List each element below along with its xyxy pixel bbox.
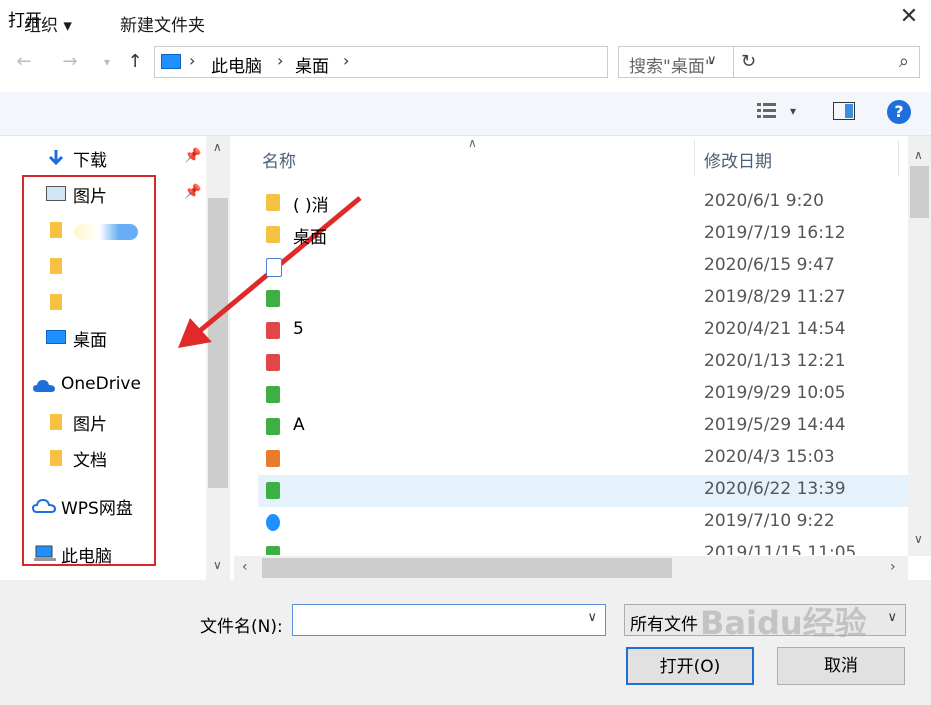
file-date: 2020/4/21 14:54 <box>704 319 846 339</box>
preview-pane-icon[interactable] <box>833 102 855 120</box>
scrollbar-thumb[interactable] <box>910 166 929 218</box>
list-item-selected[interactable]: 2020/6/22 13:39 <box>258 475 908 507</box>
column-divider[interactable] <box>694 140 695 176</box>
column-divider[interactable] <box>898 140 899 176</box>
highlight-box <box>22 175 156 566</box>
file-name: 桌面 <box>293 228 327 248</box>
presentation-icon <box>266 450 280 467</box>
search-placeholder: 搜索"桌面" <box>629 57 713 77</box>
organize-button[interactable]: 组织 ▾ <box>24 11 72 36</box>
list-item[interactable]: ( )消 2020/6/1 9:20 <box>258 187 908 219</box>
list-item[interactable]: 2019/11/15 11:05 <box>258 539 908 555</box>
spreadsheet-icon <box>266 386 280 403</box>
pdf-icon <box>266 354 280 371</box>
list-item[interactable]: 2019/7/10 9:22 <box>258 507 908 539</box>
file-date: 2019/7/10 9:22 <box>704 511 835 531</box>
back-icon[interactable]: ← <box>12 50 36 74</box>
file-list-vscrollbar[interactable]: ∧ ∨ <box>908 136 931 556</box>
view-dropdown-icon[interactable]: ▾ <box>790 104 796 118</box>
scroll-right-icon[interactable]: › <box>890 559 896 575</box>
spreadsheet-icon <box>266 482 280 499</box>
spreadsheet-icon <box>266 546 280 555</box>
scroll-down-icon[interactable]: ∨ <box>914 532 923 546</box>
close-icon[interactable]: ✕ <box>895 3 923 31</box>
spreadsheet-icon <box>266 290 280 307</box>
cancel-button[interactable]: 取消 <box>777 647 905 685</box>
computer-icon <box>161 54 181 69</box>
filetype-value: 所有文件 <box>630 615 698 635</box>
file-date: 2019/9/29 10:05 <box>704 383 846 403</box>
sidebar-item-label: 下载 <box>73 151 107 171</box>
list-item[interactable]: 2020/4/3 15:03 <box>258 443 908 475</box>
chevron-down-icon[interactable]: ∨ <box>887 610 897 625</box>
pin-icon[interactable]: 📌 <box>184 148 201 164</box>
file-date: 2019/11/15 11:05 <box>704 543 857 555</box>
filename-label: 文件名(N): <box>200 617 283 637</box>
file-date: 2020/6/15 9:47 <box>704 255 835 275</box>
view-options-icon[interactable] <box>756 100 778 122</box>
file-date: 2020/6/1 9:20 <box>704 191 824 211</box>
file-list-hscrollbar[interactable]: ‹ › <box>234 556 908 580</box>
list-item[interactable]: 2020/1/13 12:21 <box>258 347 908 379</box>
list-item[interactable]: 2019/9/29 10:05 <box>258 379 908 411</box>
file-date: 2019/7/19 16:12 <box>704 223 846 243</box>
list-item[interactable]: 桌面 2019/7/19 16:12 <box>258 219 908 251</box>
file-name: 5 <box>293 319 304 339</box>
file-date: 2019/8/29 11:27 <box>704 287 846 307</box>
column-header-date[interactable]: 修改日期 <box>704 147 772 172</box>
recent-dropdown-icon[interactable]: ▾ <box>95 50 119 74</box>
filename-input[interactable]: ∨ <box>292 604 606 636</box>
address-bar[interactable]: › 此电脑 › 桌面 › ∨ ↻ <box>154 46 756 78</box>
file-date: 2019/5/29 14:44 <box>704 415 846 435</box>
search-input[interactable]: 搜索"桌面" ⌕ <box>618 46 920 78</box>
chevron-right-icon[interactable]: › <box>343 51 349 70</box>
scroll-left-icon[interactable]: ‹ <box>242 559 248 575</box>
column-header-name[interactable]: 名称 <box>262 147 296 172</box>
open-button[interactable]: 打开(O) <box>626 647 754 685</box>
folder-icon <box>266 226 280 243</box>
chevron-right-icon: › <box>189 51 196 70</box>
folder-icon <box>266 194 280 211</box>
file-date: 2020/1/13 12:21 <box>704 351 846 371</box>
file-list: 名称 ∧ 修改日期 ( )消 2020/6/1 9:20 桌面 2019/7/19 … <box>234 136 931 580</box>
up-icon[interactable]: ↑ <box>123 50 147 74</box>
document-icon <box>266 258 282 277</box>
sidebar-item-downloads[interactable]: 下载 📌 <box>0 142 201 172</box>
list-item[interactable]: 2020/6/15 9:47 <box>258 251 908 283</box>
chevron-right-icon: › <box>277 51 284 70</box>
breadcrumb-this-pc[interactable]: 此电脑 <box>211 52 262 77</box>
list-item[interactable]: 2019/8/29 11:27 <box>258 283 908 315</box>
chevron-down-icon[interactable]: ∨ <box>587 610 597 625</box>
file-name: ( )消 <box>293 196 329 216</box>
breadcrumb-desktop[interactable]: 桌面 <box>295 52 329 77</box>
new-folder-button[interactable]: 新建文件夹 <box>120 11 205 36</box>
help-icon[interactable]: ? <box>887 100 911 124</box>
forward-icon[interactable]: → <box>58 50 82 74</box>
spreadsheet-icon <box>266 418 280 435</box>
scroll-up-icon[interactable]: ∧ <box>213 140 222 154</box>
app-icon <box>266 514 280 531</box>
list-item[interactable]: A 2019/5/29 14:44 <box>258 411 908 443</box>
file-name: A <box>293 415 305 435</box>
download-arrow-icon <box>48 150 64 166</box>
file-date: 2020/4/3 15:03 <box>704 447 835 467</box>
watermark-logo: Baidu经验 <box>700 604 867 642</box>
scroll-down-icon[interactable]: ∨ <box>213 558 222 572</box>
file-date: 2020/6/22 13:39 <box>704 479 846 499</box>
scroll-up-icon[interactable]: ∧ <box>914 148 923 162</box>
sort-asc-icon: ∧ <box>468 136 477 150</box>
pdf-icon <box>266 322 280 339</box>
scrollbar-thumb[interactable] <box>262 558 672 578</box>
list-item[interactable]: 5 2020/4/21 14:54 <box>258 315 908 347</box>
search-icon[interactable]: ⌕ <box>899 51 909 72</box>
